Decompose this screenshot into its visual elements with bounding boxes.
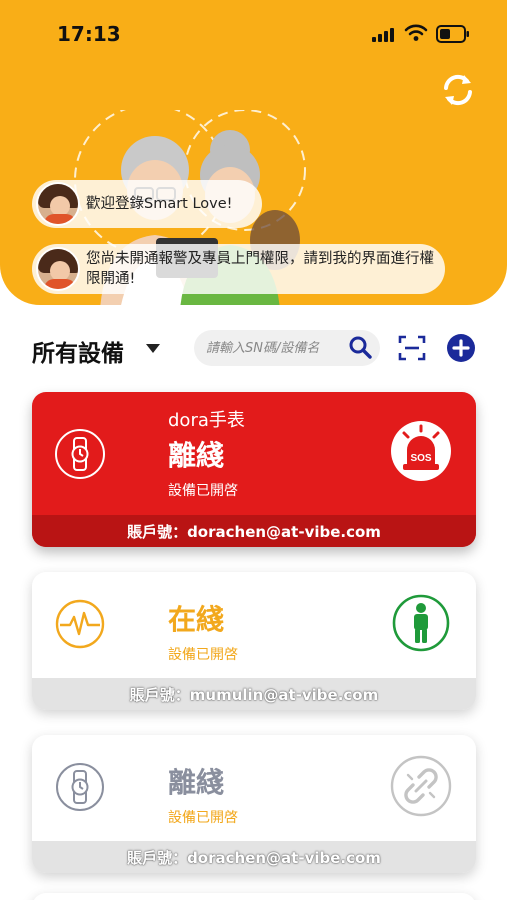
device-toolbar: 所有設備 (0, 322, 507, 374)
device-substatus: 設備已開啓 (168, 647, 238, 663)
broken-link-icon[interactable] (390, 755, 452, 817)
device-status: 離綫 (168, 439, 225, 472)
avatar (36, 182, 80, 226)
account-bar: 賬戶號：dorachen@at-vibe.com (32, 841, 476, 873)
cellular-signal-icon (372, 28, 394, 42)
permission-notice-text: 您尚未開通報警及專員上門權限，請到我的界面進行權限開通! (86, 251, 434, 287)
device-status: 在綫 (168, 603, 225, 636)
header-banner: 17:13 歡迎登錄Smart Love! 您尚未開通報警及專員上門權限，請到我… (0, 0, 507, 305)
device-card[interactable] (32, 893, 476, 900)
all-devices-dropdown-label[interactable]: 所有設備 (32, 334, 124, 368)
search-icon[interactable] (348, 335, 372, 359)
device-card[interactable]: dora手表 離綫 設備已開啓 SOS 賬戶號：dorachen@at-vibe… (32, 392, 476, 547)
status-bar: 17:13 (0, 0, 507, 70)
heartbeat-icon (55, 599, 105, 649)
account-bar: 賬戶號：mumulin@at-vibe.com (32, 678, 476, 710)
device-status: 離綫 (168, 766, 225, 799)
watch-icon (56, 763, 104, 811)
device-substatus: 設備已開啓 (168, 483, 238, 499)
person-standing-icon[interactable] (392, 594, 450, 652)
device-card[interactable]: 離綫 設備已開啓 賬戶號：dorachen@at-vibe.com (32, 735, 476, 873)
search-input[interactable] (206, 330, 346, 366)
avatar (36, 247, 80, 291)
dropdown-caret-icon[interactable] (146, 344, 160, 353)
add-device-icon[interactable] (446, 333, 476, 363)
scan-icon[interactable] (398, 335, 426, 361)
device-name: dora手表 (168, 410, 245, 431)
refresh-icon[interactable] (440, 72, 476, 108)
welcome-text: 歡迎登錄Smart Love! (86, 196, 233, 212)
sos-alarm-icon[interactable]: SOS (390, 420, 452, 482)
wifi-icon (404, 24, 428, 41)
account-bar: 賬戶號：dorachen@at-vibe.com (32, 515, 476, 547)
welcome-message: 歡迎登錄Smart Love! (32, 180, 262, 228)
device-substatus: 設備已開啓 (168, 810, 238, 826)
device-card[interactable]: 在綫 設備已開啓 賬戶號：mumulin@at-vibe.com (32, 572, 476, 710)
battery-icon (436, 25, 469, 43)
status-time: 17:13 (57, 22, 121, 46)
svg-text:SOS: SOS (410, 453, 431, 464)
permission-notice[interactable]: 您尚未開通報警及專員上門權限，請到我的界面進行權限開通! (32, 244, 445, 294)
watch-icon (55, 429, 105, 479)
